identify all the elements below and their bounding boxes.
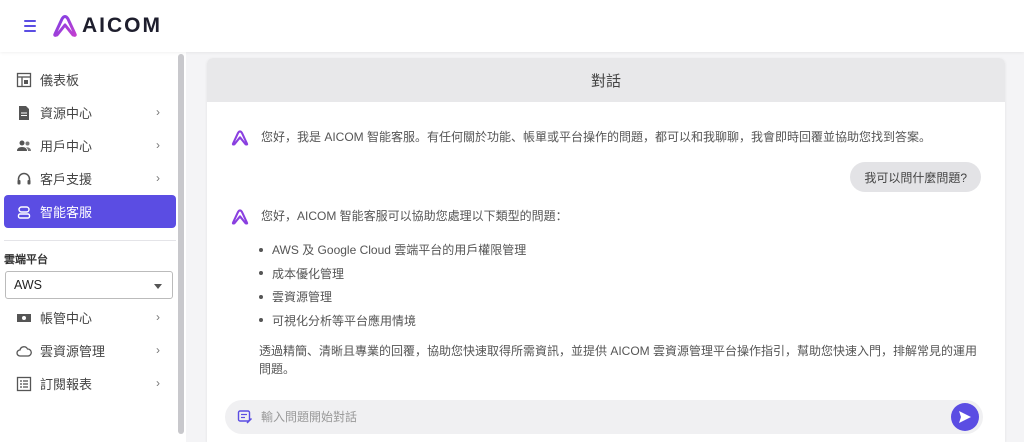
message-text: 您好，我是 AICOM 智能客服。有任何關於功能、帳單或平台操作的問題，都可以和… (261, 130, 932, 144)
sidebar: 儀表板 資源中心 › 用戶中心 › 客戶支援 › 智能客服 雲端平台 AWS 帳… (0, 52, 186, 442)
users-icon (16, 138, 32, 154)
chevron-right-icon: › (156, 105, 160, 119)
sidebar-item-label: 資源中心 (40, 106, 93, 121)
sidebar-item-label: 帳管中心 (40, 311, 93, 326)
sidebar-scrollbar[interactable] (178, 54, 184, 434)
list-item: 雲資源管理 (259, 285, 526, 309)
document-icon (16, 105, 32, 121)
sidebar-item-label: 訂閱報表 (40, 377, 93, 392)
chat-panel: 對話 您好，我是 AICOM 智能客服。有任何關於功能、帳單或平台操作的問題，都… (207, 58, 1005, 442)
sidebar-item-label: 用戶中心 (40, 139, 93, 154)
sidebar-item-label: 智能客服 (40, 205, 93, 220)
list-item: 可視化分析等平台應用情境 (259, 309, 526, 333)
cloud-icon (16, 343, 32, 359)
sidebar-item-users[interactable]: 用戶中心 › (4, 129, 176, 162)
sidebar-item-billing[interactable]: 帳管中心 › (4, 301, 176, 334)
user-message: 我可以問什麼問題? (850, 162, 981, 192)
headset-icon (16, 171, 32, 187)
sidebar-item-ai-support[interactable]: 智能客服 (4, 195, 176, 228)
top-header: AICOM (0, 0, 1024, 52)
hamburger-menu-icon[interactable] (20, 16, 40, 36)
cloud-platform-label: 雲端平台 (4, 254, 48, 266)
cloud-platform-select[interactable]: AWS (5, 271, 173, 299)
bot-avatar-icon (231, 130, 249, 146)
send-icon (959, 411, 971, 423)
billing-icon (16, 310, 32, 326)
message-text: 您好，AICOM 智能客服可以協助您處理以下類型的問題： (261, 209, 568, 223)
chat-input-icon (237, 410, 253, 424)
bot-icon (16, 204, 32, 220)
list-item: 成本優化管理 (259, 262, 526, 286)
cloud-platform-select-value: AWS (14, 278, 43, 292)
send-button[interactable] (951, 403, 979, 431)
sidebar-item-resources[interactable]: 資源中心 › (4, 96, 176, 129)
sidebar-item-dashboard[interactable]: 儀表板 (4, 63, 176, 96)
bot-message-greeting: 您好，我是 AICOM 智能客服。有任何關於功能、帳單或平台操作的問題，都可以和… (231, 128, 931, 147)
sidebar-item-reports[interactable]: 訂閱報表 › (4, 367, 176, 400)
sidebar-item-support[interactable]: 客戶支援 › (4, 162, 176, 195)
bot-avatar-icon (231, 209, 249, 225)
logo-text: AICOM (82, 14, 162, 37)
chevron-right-icon: › (156, 310, 160, 324)
bot-message-reply: 您好，AICOM 智能客服可以協助您處理以下類型的問題： (231, 207, 568, 226)
chat-input[interactable] (261, 410, 921, 424)
sidebar-item-label: 儀表板 (40, 73, 80, 88)
report-icon (16, 376, 32, 392)
sidebar-item-label: 客戶支援 (40, 172, 93, 187)
list-item: AWS 及 Google Cloud 雲端平台的用戶權限管理 (259, 238, 526, 262)
sidebar-divider (4, 240, 176, 241)
chevron-right-icon: › (156, 138, 160, 152)
sidebar-item-label: 雲資源管理 (40, 344, 106, 359)
chat-title: 對話 (207, 58, 1005, 102)
logo[interactable]: AICOM (52, 14, 162, 38)
chevron-right-icon: › (156, 376, 160, 390)
chevron-right-icon: › (156, 343, 160, 357)
chat-input-bar (225, 400, 983, 434)
reply-closing-text: 透過精簡、清晰且專業的回覆，協助您快速取得所需資訊，並提供 AICOM 雲資源管… (259, 344, 978, 376)
reply-list: AWS 及 Google Cloud 雲端平台的用戶權限管理 成本優化管理 雲資… (259, 238, 526, 332)
chevron-right-icon: › (156, 171, 160, 185)
aicom-logo-icon (53, 15, 77, 37)
dashboard-icon (16, 72, 32, 88)
caret-down-icon (154, 284, 162, 289)
sidebar-item-cloud-resources[interactable]: 雲資源管理 › (4, 334, 176, 367)
